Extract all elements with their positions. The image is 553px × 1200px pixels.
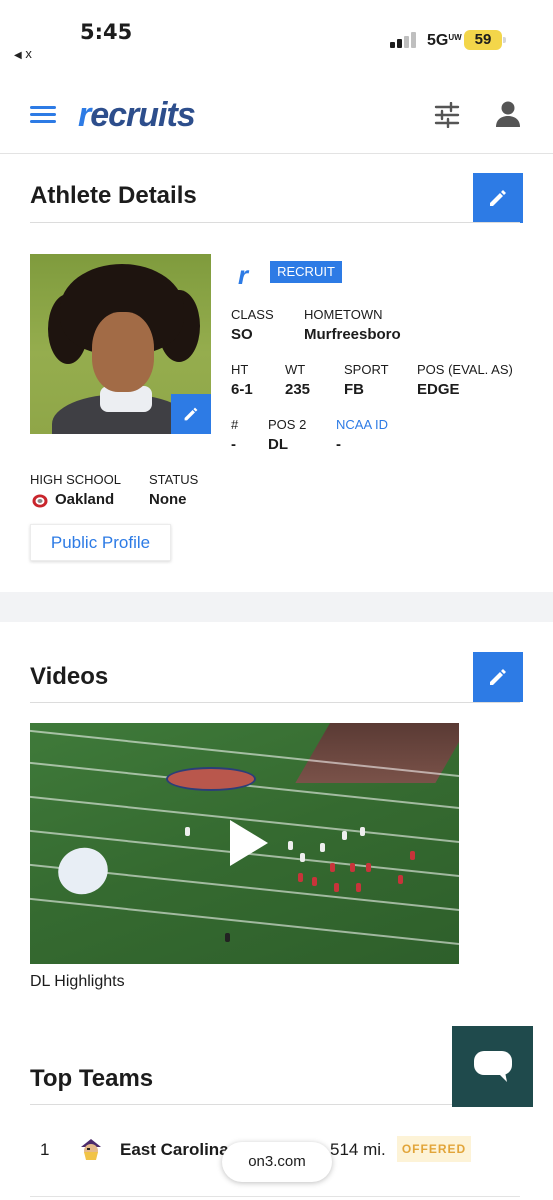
sport-label: SPORT	[344, 362, 389, 377]
status-bar: 5:45 ◀ x 5GUW 59	[0, 0, 553, 78]
edit-photo-button[interactable]	[171, 394, 211, 434]
recruit-badge: RECRUIT	[270, 261, 342, 283]
videos-title: Videos	[30, 663, 109, 690]
jersey-number-value: -	[231, 436, 236, 453]
section-divider	[30, 702, 520, 703]
status-label: STATUS	[149, 472, 199, 487]
filter-icon[interactable]	[434, 102, 460, 128]
video-caption: DL Highlights	[30, 973, 125, 990]
back-label: x	[25, 46, 32, 61]
section-divider	[30, 222, 520, 223]
weight-label: WT	[285, 362, 306, 377]
height-value: 6-1	[231, 381, 253, 398]
public-profile-button[interactable]: Public Profile	[30, 524, 171, 561]
logo-rest: ecruits	[90, 96, 195, 134]
high-school-value: Oakland	[55, 491, 115, 508]
ncaa-id-link[interactable]: NCAA ID	[336, 417, 388, 432]
app-header: recruits	[0, 78, 553, 154]
logo-first-letter: r	[78, 96, 91, 134]
team-rank: 1	[40, 1140, 50, 1159]
edit-videos-button[interactable]	[473, 652, 523, 702]
class-label: CLASS	[231, 307, 274, 322]
pirate-team-logo-icon	[81, 1139, 101, 1160]
athlete-details-card: Athlete Details r RECRUIT CLASS SO HOMET…	[0, 154, 553, 592]
ncaa-id-value: -	[336, 436, 341, 453]
browser-url-bar[interactable]: on3.com	[222, 1142, 332, 1182]
signal-icon	[390, 32, 418, 48]
pencil-icon	[490, 190, 506, 206]
battery-level: 59	[474, 31, 492, 48]
class-value: SO	[231, 326, 253, 343]
status-value: None	[149, 491, 187, 508]
high-school-label: HIGH SCHOOL	[30, 472, 122, 487]
team-distance: 514 mi.	[330, 1140, 386, 1159]
offered-badge: OFFERED	[397, 1136, 471, 1162]
row-divider	[30, 1196, 520, 1197]
sport-value: FB	[344, 381, 364, 398]
edit-athlete-button[interactable]	[473, 173, 523, 223]
position-value: EDGE	[417, 381, 460, 398]
video-player[interactable]	[30, 723, 459, 964]
battery-icon: 59	[464, 30, 506, 50]
team-name: East Carolina	[120, 1140, 229, 1159]
chat-button[interactable]	[452, 1026, 533, 1107]
recruits-logo[interactable]: recruits	[78, 96, 196, 135]
chat-bubble-icon	[473, 1050, 512, 1082]
back-to-app-link[interactable]: ◀ x	[14, 46, 32, 61]
position-2-label: POS 2	[268, 417, 307, 432]
hometown-value: Murfreesboro	[304, 326, 401, 343]
videos-card: Videos DL Highlights Top Teams 1 East Ca…	[0, 622, 553, 1200]
user-icon[interactable]	[495, 100, 521, 128]
play-icon[interactable]	[230, 820, 268, 866]
network-indicator: 5GUW	[427, 32, 462, 50]
height-label: HT	[231, 362, 249, 377]
field-logo	[166, 767, 256, 791]
recruits-r-logo: r	[238, 260, 249, 290]
network-type: 5G	[427, 32, 449, 49]
athlete-details-title: Athlete Details	[30, 182, 197, 209]
sponsor-logo	[51, 840, 115, 902]
menu-icon[interactable]	[30, 106, 56, 124]
network-sub: UW	[448, 33, 462, 42]
position-label: POS (EVAL. AS)	[417, 362, 513, 377]
clock: 5:45	[80, 20, 133, 44]
weight-value: 235	[285, 381, 311, 398]
pencil-icon	[184, 407, 198, 421]
section-divider	[30, 1104, 520, 1105]
jersey-number-label: #	[231, 417, 239, 432]
pencil-icon	[490, 669, 506, 685]
top-teams-title: Top Teams	[30, 1065, 154, 1092]
hometown-label: HOMETOWN	[304, 307, 383, 322]
school-logo-icon	[32, 494, 48, 508]
position-2-value: DL	[268, 436, 288, 453]
back-triangle-icon: ◀	[14, 50, 22, 61]
